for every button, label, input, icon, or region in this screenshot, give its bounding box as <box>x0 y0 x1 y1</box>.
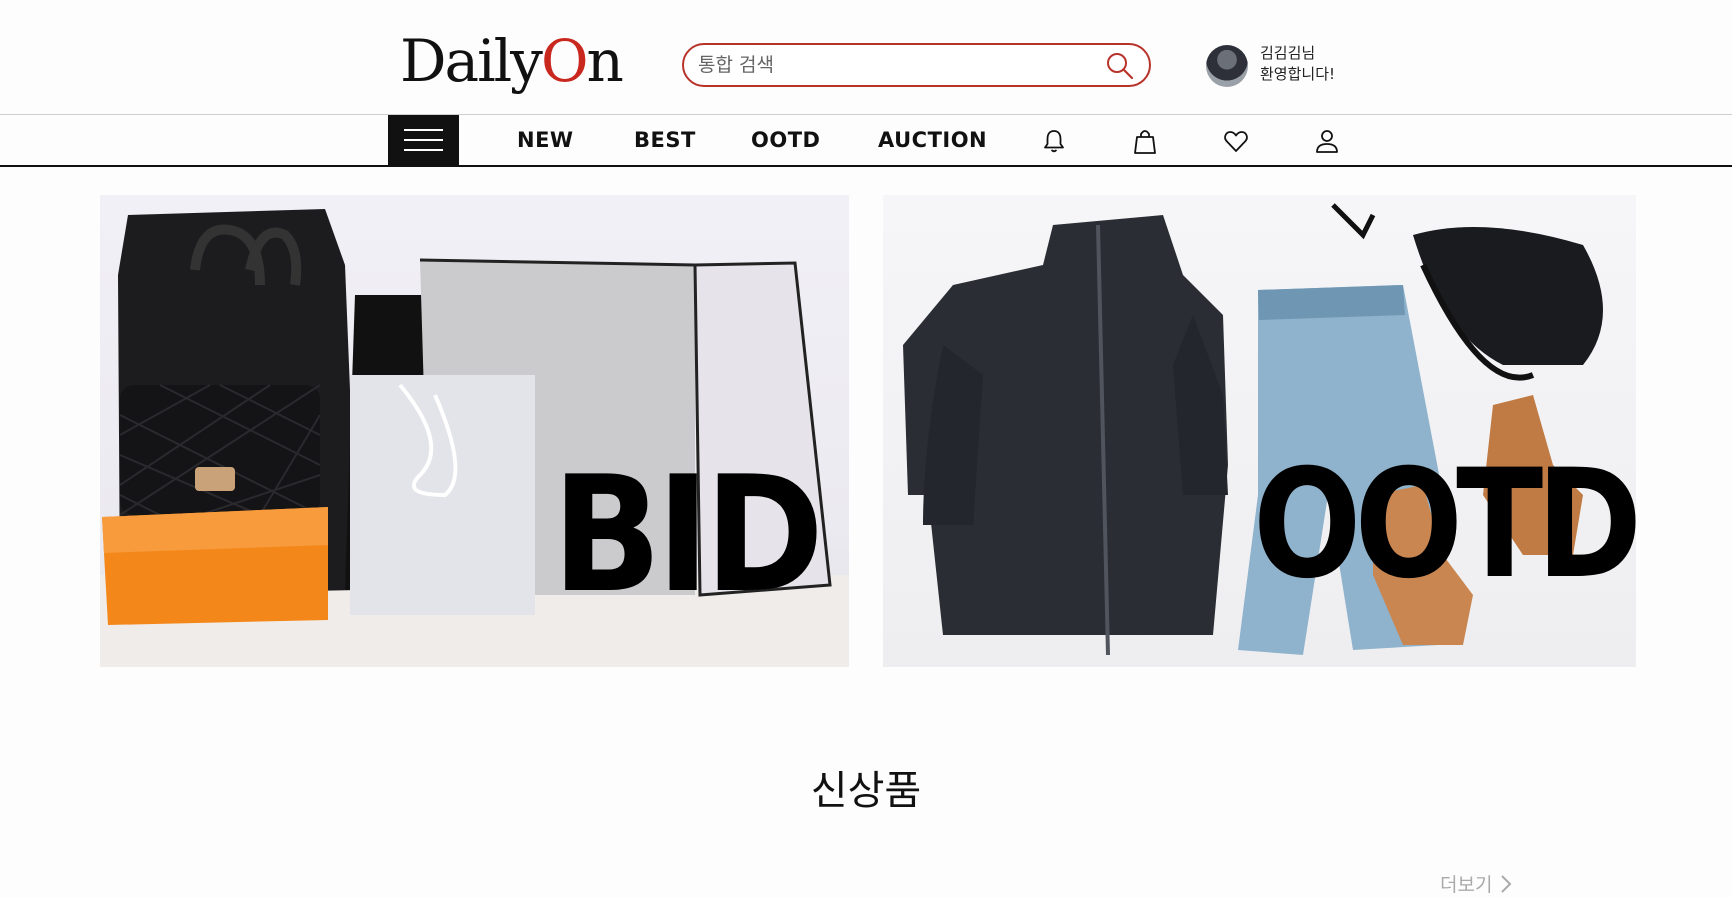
bell-icon[interactable] <box>1040 127 1068 155</box>
welcome-text: 환영합니다! <box>1260 65 1336 83</box>
nav-best[interactable]: BEST <box>634 128 696 152</box>
auction-banner[interactable]: BID <box>100 195 849 667</box>
user-icon[interactable] <box>1313 127 1341 155</box>
logo[interactable]: DailyOn <box>400 26 624 96</box>
main-nav: NEW BEST OOTD AUCTION <box>0 115 1732 167</box>
nav-auction[interactable]: AUCTION <box>878 128 987 152</box>
menu-icon <box>404 129 443 131</box>
new-products-title: 신상품 <box>810 768 922 814</box>
banner-ootd-text: OOTD <box>1253 438 1636 612</box>
search-box <box>682 43 1151 87</box>
user-name: 김김김님 <box>1260 44 1316 62</box>
ootd-banner[interactable]: OOTD <box>883 195 1636 667</box>
chevron-right-icon <box>1500 875 1511 893</box>
nav-ootd[interactable]: OOTD <box>751 128 820 152</box>
more-link[interactable]: 더보기 <box>1440 870 1513 897</box>
site-header: DailyOn 김김김님 환영합니다! <box>0 0 1732 115</box>
search-icon[interactable] <box>1105 51 1135 81</box>
menu-button[interactable] <box>388 115 459 166</box>
nav-new[interactable]: NEW <box>517 128 574 152</box>
search-input[interactable] <box>698 52 1098 78</box>
avatar[interactable] <box>1206 45 1248 87</box>
banner-bid-text: BID <box>552 441 824 628</box>
heart-icon[interactable] <box>1222 127 1250 155</box>
bag-icon[interactable] <box>1131 127 1159 155</box>
